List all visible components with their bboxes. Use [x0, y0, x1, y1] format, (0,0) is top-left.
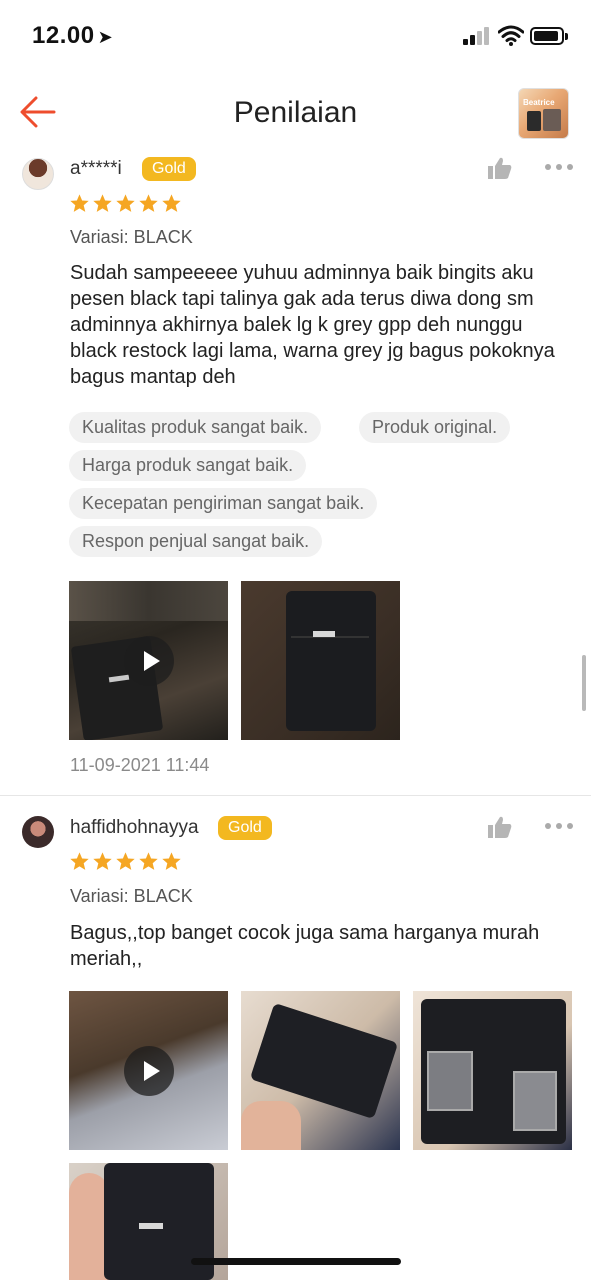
- product-thumbnail[interactable]: Beatrice: [518, 88, 569, 139]
- review-item: a*****i Gold Variasi: BLACK Sudah sampee…: [0, 150, 591, 790]
- star-icon: [93, 852, 112, 870]
- star-icon: [70, 194, 89, 212]
- star-rating: [69, 193, 182, 215]
- more-options-icon[interactable]: [545, 164, 573, 172]
- header-bar: Penilaian Beatrice: [0, 80, 591, 146]
- star-icon: [93, 194, 112, 212]
- star-icon: [70, 852, 89, 870]
- variant-label: Variasi: BLACK: [70, 227, 193, 247]
- star-icon: [116, 852, 135, 870]
- review-tag: Respon penjual sangat baik.: [69, 526, 323, 557]
- home-indicator[interactable]: [191, 1258, 401, 1265]
- avatar[interactable]: [22, 816, 54, 848]
- reviewer-name[interactable]: a*****i: [70, 158, 122, 180]
- gold-badge: Gold: [142, 157, 196, 181]
- review-tag: Produk original.: [359, 412, 511, 443]
- review-tag: Harga produk sangat baik.: [69, 450, 307, 481]
- review-image[interactable]: [413, 991, 572, 1150]
- review-item: haffidhohnayya Gold Variasi: BLACK Bagus…: [0, 808, 591, 1280]
- star-icon: [116, 194, 135, 212]
- review-video[interactable]: [69, 991, 228, 1150]
- wifi-icon: [498, 25, 524, 46]
- status-time: 12.00: [32, 22, 95, 49]
- scrollbar[interactable]: [582, 655, 586, 711]
- review-tag: Kualitas produk sangat baik.: [69, 412, 322, 443]
- review-video[interactable]: [69, 581, 228, 740]
- variant-label: Variasi: BLACK: [70, 886, 193, 906]
- status-bar: 12.00 ➤: [0, 0, 591, 70]
- review-image[interactable]: [241, 581, 400, 740]
- product-thumb-text: Beatrice: [523, 98, 555, 107]
- review-tag: Kecepatan pengiriman sangat baik.: [69, 488, 378, 519]
- review-image[interactable]: [241, 991, 400, 1150]
- star-icon: [162, 194, 181, 212]
- page-title: Penilaian: [233, 96, 358, 129]
- reviewer-name[interactable]: haffidhohnayya: [70, 817, 199, 839]
- gold-badge: Gold: [218, 816, 272, 840]
- review-text: Bagus,,top banget cocok juga sama hargan…: [70, 922, 540, 970]
- avatar[interactable]: [22, 158, 54, 190]
- thumbs-up-icon[interactable]: [487, 156, 513, 180]
- play-icon[interactable]: [124, 1046, 174, 1096]
- star-icon: [162, 852, 181, 870]
- more-options-icon[interactable]: [545, 823, 573, 831]
- play-icon[interactable]: [124, 636, 174, 686]
- review-divider: [0, 795, 591, 796]
- star-icon: [139, 852, 158, 870]
- cellular-signal-icon: [463, 27, 491, 45]
- battery-icon: [530, 27, 568, 45]
- location-arrow-icon: ➤: [97, 27, 114, 47]
- thumbs-up-icon[interactable]: [487, 815, 513, 839]
- star-icon: [139, 194, 158, 212]
- review-date: 11-09-2021 11:44: [70, 755, 210, 775]
- star-rating: [69, 851, 182, 873]
- review-text: Sudah sampeeeee yuhuu adminnya baik bing…: [70, 262, 555, 388]
